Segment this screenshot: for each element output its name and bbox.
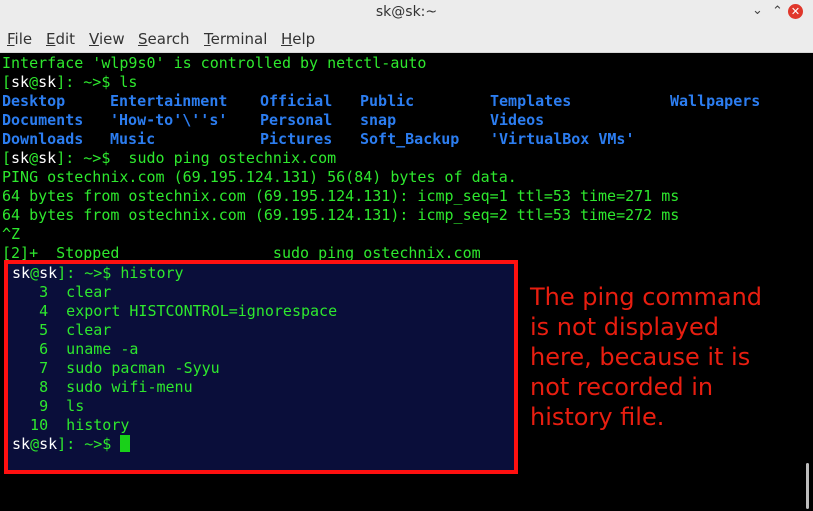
prompt-ping: [sk@sk]: ~>$ sudo ping ostechnix.com bbox=[2, 149, 337, 167]
scrollbar[interactable] bbox=[801, 53, 813, 511]
menu-view[interactable]: View bbox=[89, 30, 125, 48]
ls-row-2: Documents 'How-to'\''s' Personal snap Vi… bbox=[2, 111, 792, 130]
history-entry: 3 clear bbox=[12, 283, 112, 301]
history-entry: 9 ls bbox=[12, 397, 85, 415]
dir-entry: 'How-to'\''s' bbox=[110, 111, 228, 129]
annotation-line: is not displayed bbox=[530, 313, 719, 341]
prompt-current: sk@sk]: ~>$ bbox=[12, 435, 131, 454]
ls-row-3: Downloads Music Pictures Soft_Backup 'Vi… bbox=[2, 130, 792, 149]
dir-entry: Entertainment bbox=[110, 92, 228, 110]
window-title: sk@sk:~ bbox=[375, 4, 438, 20]
dir-entry: Videos bbox=[490, 111, 545, 129]
terminal-window: sk@sk:~ ⌄ ⌃ ✕ File Edit View Search Term… bbox=[0, 0, 813, 511]
dir-entry: Desktop bbox=[2, 92, 66, 110]
minimize-icon[interactable]: ⌄ bbox=[752, 3, 763, 18]
menu-help[interactable]: Help bbox=[281, 30, 315, 48]
annotation-line: The ping command bbox=[530, 283, 763, 311]
dir-entry: 'VirtualBox VMs' bbox=[490, 130, 635, 148]
menu-file[interactable]: File bbox=[7, 30, 32, 48]
dir-entry: Public bbox=[360, 92, 415, 110]
close-icon[interactable]: ✕ bbox=[788, 4, 803, 19]
dir-entry: Pictures bbox=[260, 130, 333, 148]
menu-bar: File Edit View Search Terminal Help bbox=[0, 27, 813, 53]
maximize-icon[interactable]: ⌃ bbox=[772, 4, 783, 19]
dir-entry: Music bbox=[110, 130, 156, 148]
title-bar[interactable]: sk@sk:~ ⌄ ⌃ ✕ bbox=[0, 0, 813, 27]
history-entry: 5 clear bbox=[12, 321, 112, 339]
text-cursor bbox=[120, 435, 131, 452]
dir-entry: Wallpapers bbox=[670, 92, 761, 110]
history-entry: 7 sudo pacman -Syyu bbox=[12, 359, 220, 377]
ping-output-line: ^Z bbox=[2, 225, 21, 243]
ping-output-line: 64 bytes from ostechnix.com (69.195.124.… bbox=[2, 187, 680, 205]
menu-search[interactable]: Search bbox=[138, 30, 190, 48]
ls-row-1: Desktop Entertainment Official Public Te… bbox=[2, 92, 792, 111]
dir-entry: Official bbox=[260, 92, 333, 110]
history-entry: 4 export HISTCONTROL=ignorespace bbox=[12, 302, 338, 320]
history-entry: 10 history bbox=[12, 416, 130, 434]
dir-entry: Documents bbox=[2, 111, 84, 129]
scrollbar-thumb[interactable] bbox=[806, 463, 809, 509]
ping-output-line: 64 bytes from ostechnix.com (69.195.124.… bbox=[2, 206, 680, 224]
prompt-history: sk@sk]: ~>$ history bbox=[12, 264, 184, 282]
dir-entry: Personal bbox=[260, 111, 333, 129]
menu-edit[interactable]: Edit bbox=[46, 30, 75, 48]
history-entry: 8 sudo wifi-menu bbox=[12, 378, 193, 396]
interface-line: Interface 'wlp9s0' is controlled by netc… bbox=[2, 54, 427, 72]
annotation-line: here, because it is bbox=[530, 343, 751, 371]
dir-entry: snap bbox=[360, 111, 397, 129]
menu-terminal[interactable]: Terminal bbox=[204, 30, 267, 48]
annotation-line: not recorded in bbox=[530, 373, 714, 401]
history-highlight-box: sk@sk]: ~>$ history 3 clear 4 export HIS… bbox=[4, 260, 518, 474]
prompt-ls: [sk@sk]: ~>$ ls bbox=[2, 73, 138, 91]
dir-entry: Templates bbox=[490, 92, 572, 110]
annotation-note: The ping command is not displayed here, … bbox=[530, 282, 790, 432]
dir-entry: Downloads bbox=[2, 130, 84, 148]
history-entry: 6 uname -a bbox=[12, 340, 139, 358]
dir-entry: Soft_Backup bbox=[360, 130, 460, 148]
annotation-line: history file. bbox=[530, 403, 665, 431]
ping-output-line: PING ostechnix.com (69.195.124.131) 56(8… bbox=[2, 168, 517, 186]
